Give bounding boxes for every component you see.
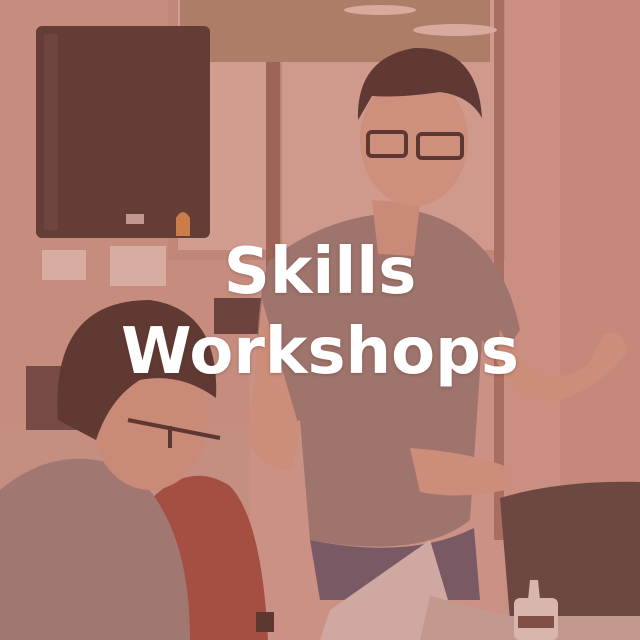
glue-bottle-label bbox=[518, 616, 554, 628]
dispenser-label bbox=[126, 214, 144, 224]
ceiling-lamp-1 bbox=[344, 5, 416, 15]
dispenser-highlight bbox=[44, 34, 58, 230]
ceiling-lamp-2 bbox=[413, 24, 497, 36]
watch bbox=[256, 612, 274, 632]
glue-bottle-cap bbox=[528, 580, 540, 600]
title-line-2: Workshops bbox=[121, 315, 519, 389]
skills-workshops-tile[interactable]: Skills Workshops bbox=[0, 0, 640, 640]
title-line-1: Skills bbox=[223, 235, 417, 309]
wall-dispenser bbox=[36, 26, 210, 238]
tile-title: Skills Workshops bbox=[0, 232, 640, 392]
